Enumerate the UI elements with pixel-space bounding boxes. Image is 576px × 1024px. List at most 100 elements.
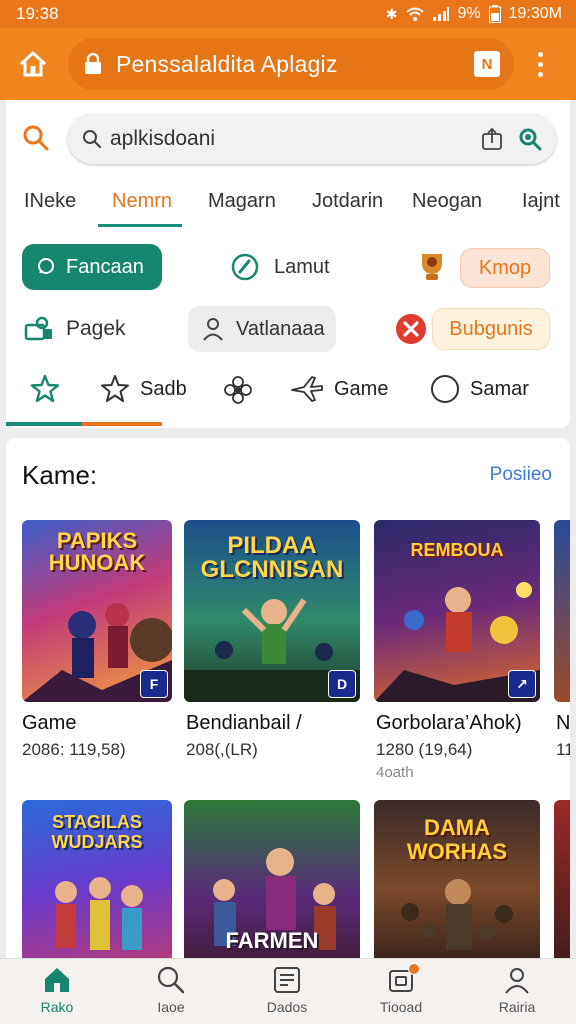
game-art-title: STAGILAS WUDJARS: [51, 812, 143, 852]
game-meta: 2086: 119,58): [22, 740, 126, 759]
sadb-tab[interactable]: Sadb: [100, 374, 187, 404]
tab-jotdarin[interactable]: Jotdarin: [312, 190, 383, 213]
puzzle-icon: [24, 316, 52, 341]
menu-dot-icon: [537, 61, 543, 67]
chip-fancaan[interactable]: Fancaan: [22, 244, 162, 290]
flower-tab[interactable]: [222, 374, 254, 406]
chip-kmop[interactable]: Kmop: [460, 248, 550, 288]
badge-icon: ↗: [508, 670, 536, 698]
games-section: Kame: Posiieo PAPIKS HUNOAK F Game 2086:…: [6, 438, 570, 978]
browser-toolbar: Penssalaldita Aplagiz N: [0, 28, 576, 100]
nav-tiooad-label: Tiooad: [379, 999, 423, 1015]
game-title[interactable]: Game: [22, 712, 76, 735]
samar-label: Samar: [470, 377, 529, 400]
game-art-title: FARMEN: [225, 928, 319, 953]
overflow-menu-button[interactable]: [528, 44, 552, 84]
section-more-link[interactable]: Posiieo: [490, 464, 552, 486]
nav-search[interactable]: Iaoe: [126, 965, 216, 1015]
game-title[interactable]: Gorbolara’Ahok): [376, 712, 522, 735]
chip-vatlanaaa[interactable]: Vatlanaaa: [188, 306, 336, 352]
search-icon: [157, 966, 185, 994]
home-icon: [45, 968, 69, 992]
game-card-image[interactable]: PAPIKS HUNOAK F: [22, 520, 172, 702]
game-title-peek: N: [556, 712, 570, 734]
chip-lamut-label: Lamut: [274, 255, 330, 278]
tab-magarn[interactable]: Magarn: [208, 190, 276, 213]
battery-percent: 9%: [457, 5, 481, 22]
search-input[interactable]: aplkisdoani: [68, 114, 556, 164]
trophy-icon: [422, 254, 442, 280]
active-tab-indicator: [98, 224, 182, 227]
game-label: Game: [334, 377, 389, 400]
nav-home-label: Rako: [40, 999, 74, 1015]
game-meta-peek: 11: [556, 740, 570, 759]
search-glass-icon: [83, 130, 102, 149]
error-icon: [396, 314, 426, 344]
nav-dados[interactable]: Dados: [242, 965, 332, 1015]
bluetooth-icon: ✱: [385, 5, 398, 22]
active-icon-indicator: [6, 422, 82, 426]
nav-tiooad[interactable]: Tiooad: [356, 963, 446, 1015]
game-title[interactable]: Bendianbail /: [186, 712, 302, 735]
game-card-peek[interactable]: [554, 520, 570, 702]
favorites-tab[interactable]: [30, 374, 60, 404]
game-card-image[interactable]: PILDAA GLCNNISAN D: [184, 520, 360, 702]
star-filled-icon: [30, 374, 60, 403]
lens-search-icon[interactable]: [518, 127, 542, 151]
game-tab[interactable]: Game: [290, 374, 388, 404]
nav-search-label: Iaoe: [157, 999, 185, 1015]
share-icon[interactable]: [480, 127, 504, 151]
chip-pagek[interactable]: Pagek: [24, 306, 154, 352]
samar-tab[interactable]: Samar: [430, 374, 529, 404]
star-outline-icon: [101, 375, 129, 402]
nav-profile-label: Rairia: [498, 999, 536, 1015]
chip-fancaan-label: Fancaan: [66, 255, 144, 278]
game-art-title: PAPIKS HUNOAK: [48, 528, 146, 575]
game-card-image[interactable]: DAMA WORHAS: [374, 800, 540, 978]
game-meta: 1280 (19,64): [376, 740, 473, 759]
person-outline-icon: [203, 318, 223, 341]
game-card-image[interactable]: STAGILAS WUDJARS: [22, 800, 172, 978]
nav-home[interactable]: Rako: [12, 965, 102, 1015]
chip-lamut[interactable]: Lamut: [230, 244, 370, 290]
wifi-icon: [405, 7, 424, 21]
secondary-icon-indicator: [82, 422, 162, 426]
circle-icon: [431, 375, 459, 403]
filter-panel: aplkisdoani INeke Nemrn Magarn Jotdarin …: [6, 100, 570, 428]
section-title: Kame:: [22, 460, 98, 490]
badge-icon: D: [328, 670, 356, 698]
game-card-peek[interactable]: [554, 800, 570, 978]
tab-ineke[interactable]: INeke: [24, 190, 76, 213]
status-icons: ✱ 9% 19:30M: [386, 5, 562, 23]
chip-pagek-label: Pagek: [66, 317, 126, 340]
search-icon[interactable]: [22, 124, 50, 152]
status-time: 19:38: [16, 4, 59, 23]
game-art-title: REMBOUA: [410, 540, 504, 560]
chip-vatlanaaa-label: Vatlanaaa: [236, 317, 325, 340]
tab-neogan[interactable]: Neogan: [412, 190, 482, 213]
compass-icon: [231, 253, 259, 281]
nav-dados-label: Dados: [266, 999, 308, 1015]
home-icon: [19, 51, 47, 77]
reader-mode-button[interactable]: N: [474, 51, 500, 77]
game-card-image[interactable]: FARMEN: [184, 800, 360, 978]
menu-dot-icon: [537, 51, 543, 57]
plane-icon: [291, 376, 323, 402]
menu-dot-icon: [537, 71, 543, 77]
game-sub: 4oath: [376, 764, 414, 781]
game-art-title: DAMA WORHAS: [406, 815, 508, 864]
game-meta: 208(,(LR): [186, 740, 258, 759]
game-art-title: PILDAA GLCNNISAN: [200, 532, 344, 583]
battery-icon: [488, 5, 501, 23]
chip-bubgunis[interactable]: Bubgunis: [432, 308, 550, 350]
signal-icon: [432, 7, 449, 21]
nav-profile[interactable]: Rairia: [472, 965, 562, 1015]
lock-icon: [85, 53, 101, 74]
game-card-image[interactable]: REMBOUA ↗: [374, 520, 540, 702]
tab-nemrn[interactable]: Nemrn: [112, 190, 172, 213]
home-button[interactable]: [14, 45, 52, 83]
address-bar[interactable]: Penssalaldita Aplagiz N: [68, 38, 514, 90]
tab-iajnt[interactable]: Iajnt: [522, 190, 560, 213]
chat-icon: [38, 258, 54, 274]
list-icon: [274, 967, 300, 993]
